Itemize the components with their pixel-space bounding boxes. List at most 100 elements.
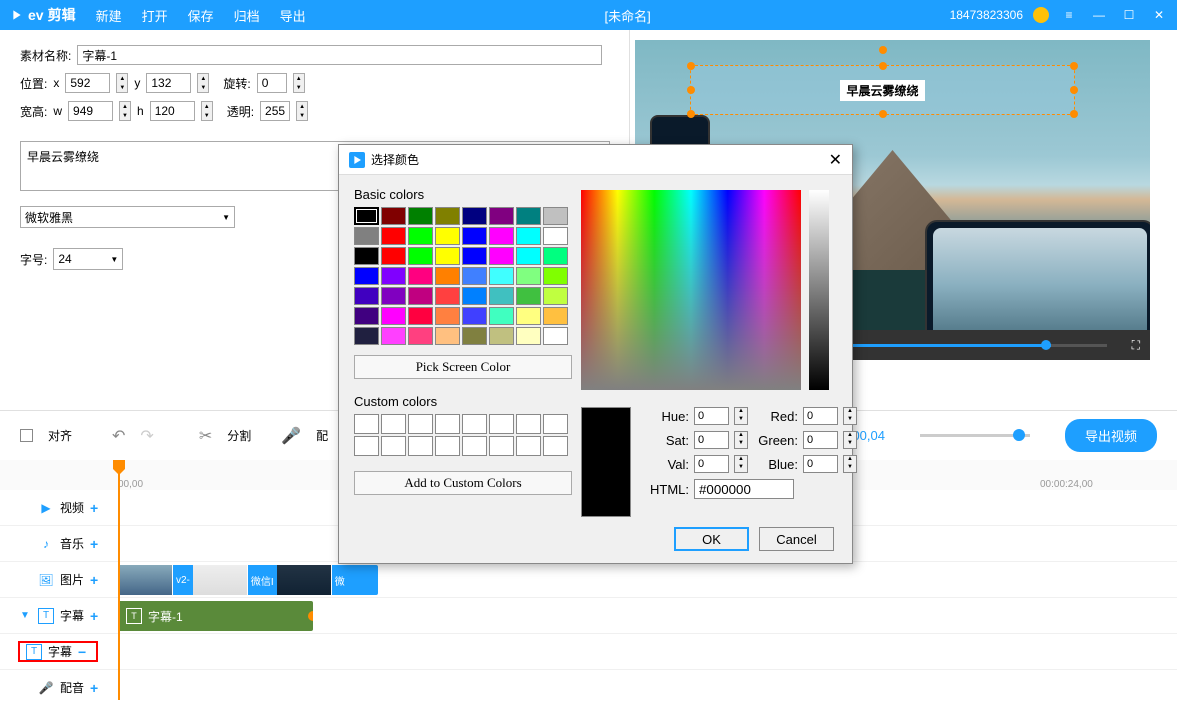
color-swatch[interactable] [435, 307, 460, 325]
font-combo[interactable]: 微软雅黑▼ [20, 206, 235, 228]
custom-color-slot[interactable] [489, 414, 514, 434]
alpha-input[interactable] [260, 101, 290, 121]
align-checkbox[interactable] [20, 429, 33, 442]
custom-color-slot[interactable] [489, 436, 514, 456]
color-swatch[interactable] [381, 227, 406, 245]
color-swatch[interactable] [408, 287, 433, 305]
color-swatch[interactable] [489, 267, 514, 285]
red-input[interactable] [803, 407, 838, 425]
color-swatch[interactable] [462, 247, 487, 265]
color-swatch[interactable] [543, 267, 568, 285]
blue-input[interactable] [803, 455, 838, 473]
clip-handle[interactable] [308, 611, 313, 621]
green-input[interactable] [803, 431, 838, 449]
hue-spinner[interactable]: ▲▼ [734, 407, 748, 425]
pick-screen-color-button[interactable]: Pick Screen Color [354, 355, 572, 379]
x-spinner[interactable]: ▲▼ [116, 73, 128, 93]
subtitle-overlay[interactable]: 早晨云雾缭绕 [690, 65, 1075, 115]
sat-input[interactable] [694, 431, 729, 449]
color-swatch[interactable] [489, 207, 514, 225]
fontsize-combo[interactable]: 24▼ [53, 248, 123, 270]
alpha-spinner[interactable]: ▲▼ [296, 101, 308, 121]
h-spinner[interactable]: ▲▼ [201, 101, 213, 121]
color-swatch[interactable] [543, 227, 568, 245]
cancel-button[interactable]: Cancel [759, 527, 834, 551]
export-button[interactable]: 导出视频 [1065, 419, 1157, 452]
undo-button[interactable]: ↶ [112, 426, 125, 446]
playhead[interactable] [118, 460, 120, 700]
color-swatch[interactable] [381, 287, 406, 305]
color-swatch[interactable] [489, 247, 514, 265]
menu-save[interactable]: 保存 [188, 6, 214, 25]
cut-button[interactable]: ✂ [199, 426, 212, 446]
custom-color-slot[interactable] [354, 414, 379, 434]
color-swatch[interactable] [354, 307, 379, 325]
color-swatch[interactable] [462, 307, 487, 325]
color-swatch[interactable] [435, 327, 460, 345]
resize-handle[interactable] [1070, 62, 1078, 70]
val-spinner[interactable]: ▲▼ [734, 455, 748, 473]
add-track-button[interactable]: + [90, 500, 98, 516]
color-swatch[interactable] [381, 247, 406, 265]
y-spinner[interactable]: ▲▼ [197, 73, 209, 93]
add-track-button[interactable]: + [90, 608, 98, 624]
name-input[interactable] [77, 45, 602, 65]
w-spinner[interactable]: ▲▼ [119, 101, 131, 121]
resize-handle[interactable] [879, 62, 887, 70]
custom-color-slot[interactable] [516, 414, 541, 434]
color-swatch[interactable] [435, 227, 460, 245]
y-input[interactable] [146, 73, 191, 93]
color-swatch[interactable] [516, 267, 541, 285]
color-swatch[interactable] [462, 267, 487, 285]
color-swatch[interactable] [381, 207, 406, 225]
custom-color-slot[interactable] [435, 414, 460, 434]
menu-new[interactable]: 新建 [96, 6, 122, 25]
color-swatch[interactable] [543, 287, 568, 305]
resize-handle[interactable] [1070, 86, 1078, 94]
color-swatch[interactable] [435, 267, 460, 285]
hue-input[interactable] [694, 407, 729, 425]
color-swatch[interactable] [381, 327, 406, 345]
image-clip[interactable]: v2- 微信I 微 [118, 565, 378, 595]
redo-button[interactable]: ↷ [140, 426, 153, 446]
close-button[interactable]: ✕ [1149, 5, 1169, 25]
blue-spinner[interactable]: ▲▼ [843, 455, 857, 473]
add-track-button[interactable]: + [90, 536, 98, 552]
green-spinner[interactable]: ▲▼ [843, 431, 857, 449]
maximize-button[interactable]: ☐ [1119, 5, 1139, 25]
color-swatch[interactable] [462, 207, 487, 225]
color-swatch[interactable] [516, 207, 541, 225]
custom-color-slot[interactable] [381, 436, 406, 456]
color-swatch[interactable] [381, 307, 406, 325]
color-swatch[interactable] [354, 267, 379, 285]
color-swatch[interactable] [408, 247, 433, 265]
add-track-button[interactable]: + [90, 680, 98, 696]
color-swatch[interactable] [408, 327, 433, 345]
value-strip[interactable] [809, 190, 829, 390]
color-swatch[interactable] [462, 327, 487, 345]
menu-icon[interactable]: ≡ [1059, 5, 1079, 25]
val-input[interactable] [694, 455, 729, 473]
color-swatch[interactable] [543, 247, 568, 265]
color-swatch[interactable] [516, 307, 541, 325]
html-input[interactable] [694, 479, 794, 499]
h-input[interactable] [150, 101, 195, 121]
subtitle-clip[interactable]: T 字幕-1 [118, 601, 313, 631]
rotate-handle[interactable] [879, 46, 887, 54]
minimize-button[interactable]: — [1089, 5, 1109, 25]
resize-handle[interactable] [687, 86, 695, 94]
color-swatch[interactable] [516, 247, 541, 265]
custom-color-slot[interactable] [435, 436, 460, 456]
mic-icon[interactable]: 🎤 [281, 426, 301, 446]
resize-handle[interactable] [687, 62, 695, 70]
custom-color-slot[interactable] [543, 436, 568, 456]
rotate-spinner[interactable]: ▲▼ [293, 73, 305, 93]
color-swatch[interactable] [489, 327, 514, 345]
color-swatch[interactable] [435, 207, 460, 225]
dialog-titlebar[interactable]: 选择颜色 ✕ [339, 145, 852, 175]
color-swatch[interactable] [516, 287, 541, 305]
color-swatch[interactable] [489, 287, 514, 305]
w-input[interactable] [68, 101, 113, 121]
color-swatch[interactable] [354, 207, 379, 225]
color-swatch[interactable] [543, 207, 568, 225]
